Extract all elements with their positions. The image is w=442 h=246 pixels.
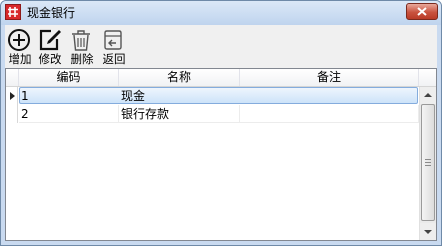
table-row[interactable]: 2 银行存款 <box>6 105 419 123</box>
table-row[interactable]: 1 现金 <box>6 87 419 105</box>
toolbar: 增加 修改 删除 返回 <box>5 25 437 67</box>
grid-header: 编码 名称 备注 <box>6 69 436 87</box>
header-row-selector <box>6 69 19 86</box>
main-window: 现金银行 增加 修改 删除 返回 编码 名称 备注 1 现金 2 银行存款 <box>0 0 442 246</box>
close-button[interactable] <box>406 3 438 20</box>
plus-circle-icon <box>8 29 30 51</box>
scroll-thumb[interactable] <box>421 104 435 221</box>
column-header-note[interactable]: 备注 <box>240 69 419 86</box>
row-selector[interactable] <box>6 87 18 105</box>
edit-label: 修改 <box>38 52 62 66</box>
column-header-name[interactable]: 名称 <box>119 69 240 86</box>
scroll-down-button[interactable] <box>420 223 436 240</box>
chevron-down-icon <box>424 230 432 234</box>
thumb-grip <box>425 159 431 160</box>
client-area: 增加 修改 删除 返回 编码 名称 备注 1 现金 2 银行存款 <box>5 25 437 241</box>
edit-button[interactable]: 修改 <box>35 27 65 67</box>
add-label: 增加 <box>8 52 32 66</box>
close-icon <box>417 7 427 16</box>
cell-name[interactable]: 现金 <box>119 87 240 105</box>
thumb-grip <box>425 165 431 166</box>
column-header-code[interactable]: 编码 <box>19 69 119 86</box>
chevron-up-icon <box>424 93 432 97</box>
delete-button[interactable]: 删除 <box>67 27 97 67</box>
scroll-up-button[interactable] <box>420 87 436 104</box>
data-grid[interactable]: 编码 名称 备注 1 现金 2 银行存款 <box>5 68 437 241</box>
thumb-grip <box>425 162 431 163</box>
row-pointer-icon <box>10 92 15 100</box>
back-label: 返回 <box>102 52 126 66</box>
cell-note[interactable] <box>240 105 419 123</box>
edit-pencil-icon <box>39 29 61 51</box>
cell-note[interactable] <box>240 87 419 105</box>
add-button[interactable]: 增加 <box>5 27 35 67</box>
return-icon <box>104 30 122 50</box>
title-bar[interactable]: 现金银行 <box>1 1 441 25</box>
cell-code[interactable]: 2 <box>19 105 119 123</box>
trash-icon <box>72 30 90 51</box>
cell-code[interactable]: 1 <box>19 87 119 105</box>
app-grid-icon <box>5 4 21 20</box>
cell-name[interactable]: 银行存款 <box>119 105 240 123</box>
vertical-scrollbar[interactable] <box>419 87 436 240</box>
back-button[interactable]: 返回 <box>99 27 129 67</box>
delete-label: 删除 <box>70 52 94 66</box>
window-title: 现金银行 <box>27 6 76 20</box>
row-selector[interactable] <box>6 105 18 123</box>
